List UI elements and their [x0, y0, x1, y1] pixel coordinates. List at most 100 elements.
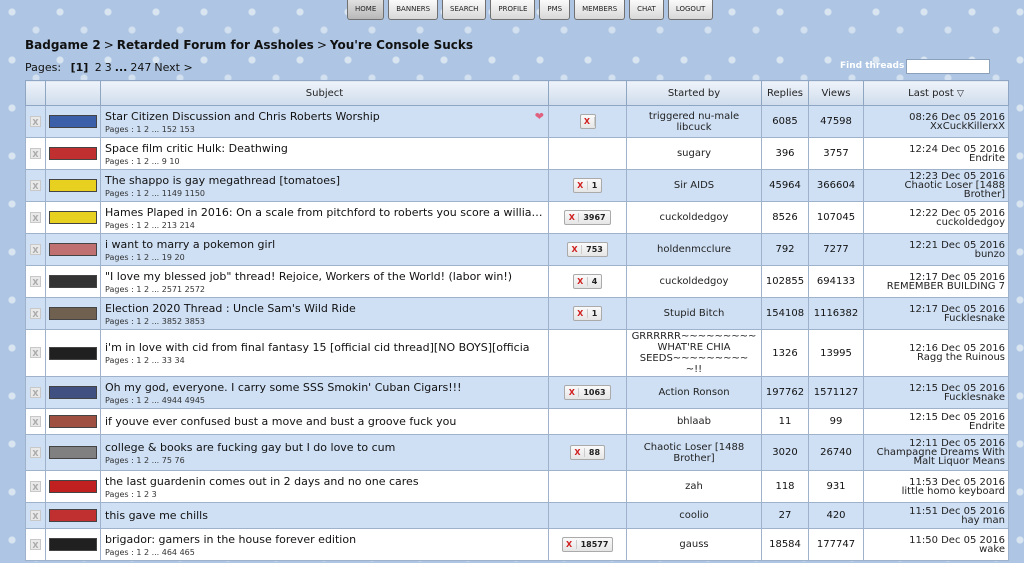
mark-cell[interactable]: X [25, 329, 46, 377]
table-row[interactable]: X The shappo is gay megathread [tomatoes]… [25, 169, 1009, 202]
last-post-cell[interactable]: 12:15 Dec 05 2016 Fucklesnake [863, 376, 1009, 409]
thread-pages[interactable]: Pages : 1 2 ... 9 10 [105, 157, 544, 166]
header-replies[interactable]: Replies [761, 80, 809, 106]
mod-box[interactable]: X 753 [567, 242, 608, 257]
header-started-by[interactable]: Started by [626, 80, 762, 106]
last-post-cell[interactable]: 12:17 Dec 05 2016 Fucklesnake [863, 297, 1009, 330]
thread-title-link[interactable]: Election 2020 Thread : Uncle Sam's Wild … [105, 302, 544, 315]
thread-pages[interactable]: Pages : 1 2 ... 1149 1150 [105, 189, 544, 198]
thread-pages[interactable]: Pages : 1 2 ... 2571 2572 [105, 285, 544, 294]
thread-title-link[interactable]: brigador: gamers in the house forever ed… [105, 533, 544, 546]
last-post-user[interactable]: XxCuckKillerxX [867, 121, 1005, 131]
mark-read-icon[interactable]: X [30, 243, 41, 255]
nav-banners-button[interactable]: BANNERS [388, 0, 439, 20]
mark-read-icon[interactable]: X [30, 307, 41, 319]
last-post-cell[interactable]: 08:26 Dec 05 2016 XxCuckKillerxX [863, 105, 1009, 138]
mark-read-icon[interactable]: X [30, 211, 41, 223]
table-row[interactable]: Xthis gave me chills coolio 27 420 11:51 Dec… [25, 502, 1009, 529]
started-by-cell[interactable]: zah [626, 470, 762, 503]
mark-cell[interactable]: X [25, 169, 46, 202]
thread-title-link[interactable]: i'm in love with cid from final fantasy … [105, 341, 544, 354]
thread-title-link[interactable]: college & books are fucking gay but I do… [105, 441, 544, 454]
last-post-user[interactable]: Chaotic Loser [1488 Brother] [867, 181, 1005, 200]
close-icon[interactable]: X [574, 181, 588, 190]
mark-cell[interactable]: X [25, 470, 46, 503]
table-row[interactable]: Xi want to marry a pokemon girl Pages : 1… [25, 233, 1009, 266]
thread-pages[interactable]: Pages : 1 2 ... 464 465 [105, 548, 544, 557]
nav-profile-button[interactable]: PROFILE [490, 0, 536, 20]
mark-cell[interactable]: X [25, 434, 46, 471]
started-by-cell[interactable]: Stupid Bitch [626, 297, 762, 330]
mark-cell[interactable]: X [25, 408, 46, 435]
mod-box[interactable]: X 88 [569, 445, 606, 460]
close-icon[interactable]: X [581, 117, 595, 126]
table-row[interactable]: Xcollege & books are fucking gay but I d… [25, 434, 1009, 471]
last-post-user[interactable]: Endrite [867, 421, 1005, 431]
thread-title-link[interactable]: Space film critic Hulk: Deathwing [105, 142, 544, 155]
nav-chat-button[interactable]: CHAT [629, 0, 664, 20]
mark-read-icon[interactable]: X [30, 415, 41, 427]
mark-read-icon[interactable]: X [30, 446, 41, 458]
close-icon[interactable]: X [574, 309, 588, 318]
mark-cell[interactable]: X [25, 376, 46, 409]
mark-cell[interactable]: X [25, 502, 46, 529]
mark-cell[interactable]: X [25, 137, 46, 170]
header-views[interactable]: Views [808, 80, 864, 106]
started-by-cell[interactable]: Action Ronson [626, 376, 762, 409]
last-post-user[interactable]: Fucklesnake [867, 313, 1005, 323]
last-post-cell[interactable]: 11:50 Dec 05 2016 wake [863, 528, 1009, 561]
started-by-cell[interactable]: holdenmcclure [626, 233, 762, 266]
thread-pages[interactable]: Pages : 1 2 ... 3852 3853 [105, 317, 544, 326]
breadcrumb-link[interactable]: You're Console Sucks [330, 38, 473, 52]
started-by-cell[interactable]: triggered nu-male libcuck [626, 105, 762, 138]
thread-title-link[interactable]: "I love my blessed job" thread! Rejoice,… [105, 270, 544, 283]
thread-pages[interactable]: Pages : 1 2 ... 213 214 [105, 221, 544, 230]
close-icon[interactable]: X [565, 388, 580, 397]
table-row[interactable]: X Star Citizen Discussion and Chris Rober… [25, 105, 1009, 138]
close-icon[interactable]: X [565, 213, 580, 222]
last-post-cell[interactable]: 12:16 Dec 05 2016 Ragg the Ruinous [863, 329, 1009, 377]
close-icon[interactable]: X [568, 245, 583, 254]
page-link[interactable]: 3 [105, 61, 112, 74]
last-post-user[interactable]: cuckoldedgoy [867, 217, 1005, 227]
started-by-cell[interactable]: GRRRRRR~~~~~~~~~ WHAT'RE CHIA SEEDS~~~~~… [626, 329, 762, 377]
thread-pages[interactable]: Pages : 1 2 ... 4944 4945 [105, 396, 544, 405]
mod-box[interactable]: X [579, 114, 596, 129]
thread-pages[interactable]: Pages : 1 2 3 [105, 490, 544, 499]
last-post-cell[interactable]: 12:15 Dec 05 2016 Endrite [863, 408, 1009, 435]
last-post-user[interactable]: Champagne Dreams With Malt Liquor Means [867, 448, 1005, 467]
nav-pms-button[interactable]: PMS [539, 0, 571, 20]
mod-box[interactable]: X 3967 [564, 210, 611, 225]
started-by-cell[interactable]: cuckoldedgoy [626, 265, 762, 298]
last-post-user[interactable]: bunzo [867, 249, 1005, 259]
mark-read-icon[interactable]: X [30, 115, 41, 127]
header-subject[interactable]: Subject [100, 80, 549, 106]
last-post-user[interactable]: little homo keyboard [867, 486, 1005, 496]
mark-cell[interactable]: X [25, 201, 46, 234]
last-post-user[interactable]: hay man [867, 515, 1005, 525]
last-post-cell[interactable]: 12:23 Dec 05 2016 Chaotic Loser [1488 Bro… [863, 169, 1009, 202]
thread-title-link[interactable]: i want to marry a pokemon girl [105, 238, 544, 251]
mark-read-icon[interactable]: X [30, 275, 41, 287]
mod-box[interactable]: X 1063 [564, 385, 611, 400]
last-post-cell[interactable]: 12:17 Dec 05 2016 REMEMBER BUILDING 7 [863, 265, 1009, 298]
table-row[interactable]: X Election 2020 Thread : Uncle Sam's Wild… [25, 297, 1009, 330]
table-row[interactable]: X Space film critic Hulk: Deathwing Pages … [25, 137, 1009, 170]
mark-read-icon[interactable]: X [30, 347, 41, 358]
breadcrumb-link[interactable]: Badgame 2 [25, 38, 101, 52]
last-post-user[interactable]: wake [867, 544, 1005, 554]
mark-cell[interactable]: X [25, 265, 46, 298]
thread-title-link[interactable]: Oh my god, everyone. I carry some SSS Sm… [105, 381, 544, 394]
mod-box[interactable]: X1 [572, 178, 603, 193]
mark-read-icon[interactable]: X [30, 147, 41, 159]
thread-title-link[interactable]: the last guardenin comes out in 2 days a… [105, 475, 544, 488]
header-last-post[interactable]: Last post ▽ [863, 80, 1009, 106]
started-by-cell[interactable]: coolio [626, 502, 762, 529]
last-post-cell[interactable]: 12:22 Dec 05 2016 cuckoldedgoy [863, 201, 1009, 234]
mod-box[interactable]: X1 [572, 306, 603, 321]
thread-pages[interactable]: Pages : 1 2 ... 75 76 [105, 456, 544, 465]
thread-title-link[interactable]: if youve ever confused bust a move and b… [105, 415, 544, 428]
thread-pages[interactable]: Pages : 1 2 ... 33 34 [105, 356, 544, 365]
mark-read-icon[interactable]: X [30, 480, 41, 492]
table-row[interactable]: Xbrigador: gamers in the house forever e… [25, 528, 1009, 561]
